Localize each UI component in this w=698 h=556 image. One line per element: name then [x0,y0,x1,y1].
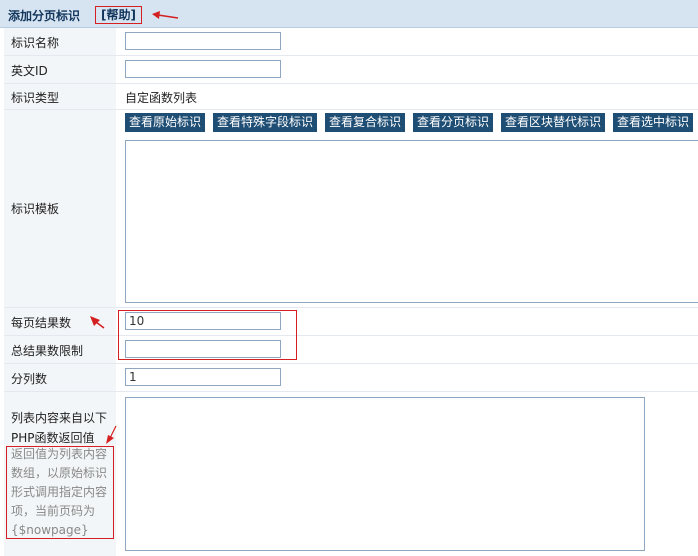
english-id-input[interactable] [125,60,281,78]
view-composite-tag-button[interactable]: 查看复合标识 [325,113,406,132]
help-link[interactable]: [帮助] [95,6,142,24]
annotation-arrow-icon [106,425,117,444]
row-english-id: 英文ID [0,56,698,83]
name-label-cell: 标识名称 [4,28,116,55]
name-field-cell [120,28,698,55]
columns-label-cell: 分列数 [4,364,116,391]
template-textarea[interactable] [125,140,698,303]
page-title: 添加分页标识 [8,9,81,23]
annotation-arrow-icon [152,11,179,19]
name-label: 标识名称 [11,36,60,50]
type-value: 自定函数列表 [125,91,198,105]
row-total-limit: 总结果数限制 [0,336,698,363]
annotation-box [6,446,114,539]
view-special-field-tag-button[interactable]: 查看特殊字段标识 [213,113,318,132]
columns-field-cell: 1 [120,364,698,391]
template-label: 标识模板 [11,202,60,216]
php-function-label-line2: PHP函数返回值 [11,431,95,445]
annotation-box [118,310,297,360]
row-columns: 分列数 1 [0,364,698,391]
php-function-label-line1: 列表内容来自以下 [11,411,108,425]
type-label-cell: 标识类型 [4,84,116,109]
total-limit-label-cell: 总结果数限制 [4,336,116,363]
columns-label: 分列数 [11,372,48,386]
annotation-arrow-icon [90,316,105,329]
view-block-replace-tag-button[interactable]: 查看区块替代标识 [501,113,606,132]
english-id-label-cell: 英文ID [4,56,116,83]
name-input[interactable] [125,32,281,50]
view-original-tag-button[interactable]: 查看原始标识 [125,113,206,132]
view-selected-tag-button[interactable]: 查看选中标识 [613,113,694,132]
template-label-cell: 标识模板 [4,110,116,307]
total-limit-label: 总结果数限制 [11,344,84,358]
row-name: 标识名称 [0,28,698,55]
english-id-label: 英文ID [11,64,48,78]
english-id-field-cell [120,56,698,83]
columns-input[interactable]: 1 [125,368,281,386]
per-page-label: 每页结果数 [11,316,72,330]
php-function-textarea[interactable] [125,397,645,551]
view-paging-tag-button[interactable]: 查看分页标识 [413,113,494,132]
type-label: 标识类型 [11,91,60,105]
type-field-cell: 自定函数列表 [120,84,698,109]
row-type: 标识类型 自定函数列表 [0,84,698,109]
form-header: 添加分页标识 [帮助] [0,0,698,28]
